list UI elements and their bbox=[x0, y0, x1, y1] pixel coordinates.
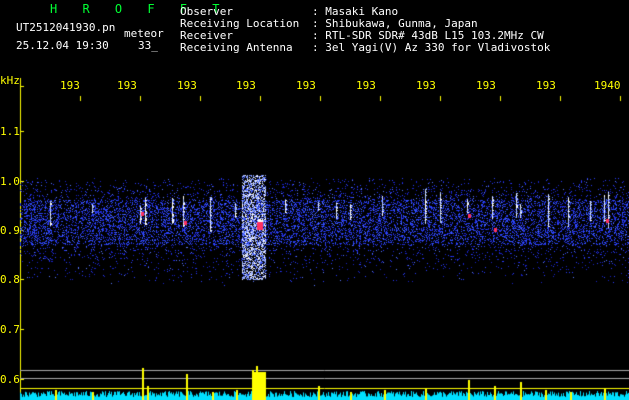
info-label-antenna: Receiving Antenna bbox=[180, 41, 293, 54]
y-tick-label: 0.7 bbox=[0, 323, 20, 336]
filename-label: UT2512041930.pn bbox=[16, 21, 116, 34]
x-tick-label: 193 bbox=[296, 79, 316, 92]
y-tick-label: 1.1 bbox=[0, 125, 20, 138]
x-tick-label: 193 bbox=[236, 79, 256, 92]
x-tick-label: 193 bbox=[416, 79, 436, 92]
y-axis-unit: kHz bbox=[0, 74, 20, 87]
y-tick-label: 0.6 bbox=[0, 373, 20, 386]
x-tick-label: 193 bbox=[476, 79, 496, 92]
info-value-antenna: : 3el Yagi(V) Az 330 for Vladivostok bbox=[312, 41, 551, 54]
spectrogram-canvas bbox=[0, 0, 629, 400]
y-tick-label: 0.8 bbox=[0, 273, 20, 286]
x-tick-label: 1940 bbox=[594, 79, 621, 92]
datetime-label: 25.12.04 19:30 bbox=[16, 39, 109, 52]
x-tick-label: 193 bbox=[356, 79, 376, 92]
y-tick-label: 1.0 bbox=[0, 175, 20, 188]
x-tick-label: 193 bbox=[117, 79, 137, 92]
x-tick-label: 193 bbox=[536, 79, 556, 92]
meteor-count: 33_ bbox=[138, 39, 158, 52]
y-tick-label: 0.9 bbox=[0, 224, 20, 237]
x-tick-label: 193 bbox=[177, 79, 197, 92]
x-tick-label: 193 bbox=[60, 79, 80, 92]
